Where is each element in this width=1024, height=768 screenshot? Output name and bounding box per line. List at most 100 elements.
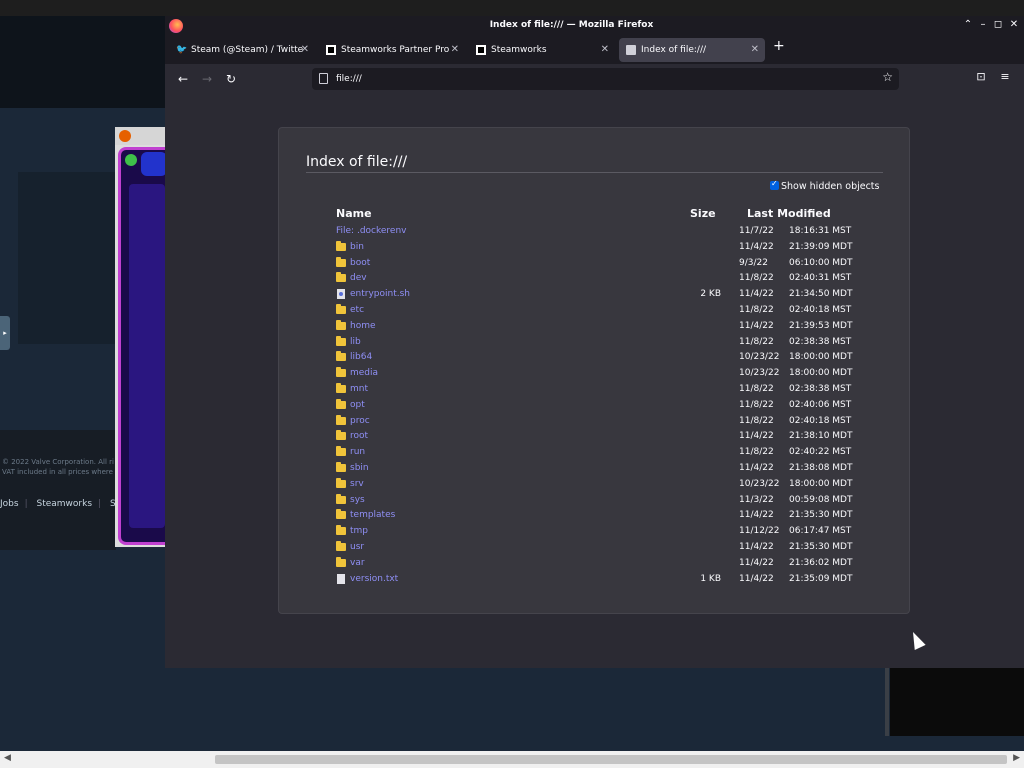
table-row[interactable]: templates 11/4/22 21:35:30 MDT	[279, 508, 911, 524]
game-window-titlebar[interactable]	[115, 127, 167, 145]
tab-close-icon[interactable]: ✕	[751, 38, 759, 62]
folder-link[interactable]: home	[350, 321, 376, 331]
page-content: Index of file:/// Show hidden objects Na…	[165, 94, 1024, 668]
modified-date: 11/4/22	[739, 463, 774, 473]
menu-icon[interactable]: ≡	[997, 70, 1013, 83]
table-row[interactable]: bin 11/4/22 21:39:09 MDT	[279, 240, 911, 256]
folder-link[interactable]: media	[350, 368, 378, 378]
tab-index-of-file[interactable]: Index of file:/// ✕	[619, 38, 765, 62]
tab-close-icon[interactable]: ✕	[451, 38, 459, 62]
footer-link-jobs[interactable]: Jobs	[0, 499, 19, 509]
folder-link[interactable]: tmp	[350, 526, 368, 536]
checkbox-checked-icon[interactable]	[770, 179, 779, 190]
page-title: Index of file:///	[306, 154, 408, 170]
window-minimize-button[interactable]: –	[977, 19, 989, 30]
background-steam-inner-panel	[18, 172, 118, 344]
table-row[interactable]: usr 11/4/22 21:35:30 MDT	[279, 540, 911, 556]
table-row[interactable]: home 11/4/22 21:39:53 MDT	[279, 319, 911, 335]
url-bar[interactable]: ☆	[312, 68, 899, 90]
folder-link[interactable]: lib64	[350, 352, 372, 362]
title-divider	[306, 172, 883, 173]
horizontal-scrollbar[interactable]: ◀ ▶	[0, 751, 1024, 768]
back-button[interactable]: ←	[174, 70, 192, 88]
modified-time: 02:40:22 MST	[789, 447, 852, 458]
tab-close-icon[interactable]: ✕	[301, 38, 309, 62]
directory-listing: Index of file:/// Show hidden objects Na…	[278, 127, 910, 614]
file-link[interactable]: entrypoint.sh	[350, 289, 410, 299]
window-maximize-button[interactable]: ◻	[992, 19, 1004, 30]
window-up-button[interactable]: ⌃	[962, 19, 974, 30]
tab-steamworks-partner[interactable]: Steamworks Partner Pro ✕	[319, 38, 465, 62]
forward-button[interactable]: →	[198, 70, 216, 88]
folder-link[interactable]: run	[350, 447, 365, 457]
column-header-name[interactable]: Name	[336, 207, 372, 220]
table-row[interactable]: etc 11/8/22 02:40:18 MST	[279, 303, 911, 319]
bookmark-star-icon[interactable]: ☆	[882, 70, 893, 84]
folder-link[interactable]: templates	[350, 510, 395, 520]
folder-link[interactable]: opt	[350, 400, 365, 410]
table-row[interactable]: File: .dockerenv 11/7/22 18:16:31 MST	[279, 224, 911, 240]
window-close-button[interactable]: ✕	[1008, 19, 1020, 30]
folder-link[interactable]: dev	[350, 273, 367, 283]
column-header-modified[interactable]: Last Modified	[747, 207, 831, 220]
tab-steam-twitter[interactable]: 🐦 Steam (@Steam) / Twitte ✕	[169, 38, 315, 62]
table-row[interactable]: media 10/23/22 18:00:00 MDT	[279, 366, 911, 382]
folder-link[interactable]: var	[350, 558, 365, 568]
folder-link[interactable]: mnt	[350, 384, 368, 394]
modified-time: 02:40:18 MST	[789, 305, 852, 315]
table-row[interactable]: dev 11/8/22 02:40:31 MST	[279, 271, 911, 287]
table-row[interactable]: sys 11/3/22 00:59:08 MDT	[279, 493, 911, 509]
pocket-icon[interactable]: ⊡	[973, 70, 989, 83]
steam-icon	[326, 45, 336, 55]
table-row[interactable]: version.txt 1 KB 11/4/22 21:35:09 MDT	[279, 572, 911, 588]
table-row[interactable]: opt 11/8/22 02:40:06 MST	[279, 398, 911, 414]
footer-link-steamworks[interactable]: Steamworks	[36, 499, 92, 509]
folder-link[interactable]: boot	[350, 258, 370, 268]
tab-steamworks[interactable]: Steamworks ✕	[469, 38, 615, 62]
table-row[interactable]: proc 11/8/22 02:40:18 MST	[279, 414, 911, 430]
folder-link[interactable]: srv	[350, 479, 364, 489]
folder-icon	[336, 319, 346, 330]
table-row[interactable]: entrypoint.sh 2 KB 11/4/22 21:34:50 MDT	[279, 287, 911, 303]
table-row[interactable]: boot 9/3/22 06:10:00 MDT	[279, 256, 911, 272]
table-row[interactable]: lib 11/8/22 02:38:38 MST	[279, 335, 911, 351]
scroll-right-arrow[interactable]: ▶	[1013, 753, 1020, 763]
side-expand-handle[interactable]: ▸	[0, 316, 10, 350]
show-hidden-checkbox[interactable]: Show hidden objects	[770, 179, 879, 192]
folder-icon	[336, 304, 346, 314]
folder-icon	[336, 430, 346, 441]
tab-close-icon[interactable]: ✕	[601, 38, 609, 62]
folder-link[interactable]: sys	[350, 495, 365, 505]
window-titlebar[interactable]: Index of file:/// — Mozilla Firefox ⌃ – …	[165, 16, 1024, 36]
column-header-size[interactable]: Size	[690, 207, 716, 220]
table-row[interactable]: run 11/8/22 02:40:22 MST	[279, 445, 911, 461]
file-icon	[626, 45, 636, 55]
modified-date: 11/4/22	[739, 557, 774, 568]
table-row[interactable]: mnt 11/8/22 02:38:38 MST	[279, 382, 911, 398]
table-row[interactable]: root 11/4/22 21:38:10 MDT	[279, 429, 911, 445]
table-row[interactable]: sbin 11/4/22 21:38:08 MDT	[279, 461, 911, 477]
modified-date: 11/8/22	[739, 384, 774, 394]
scroll-left-arrow[interactable]: ◀	[4, 753, 11, 763]
folder-link[interactable]: root	[350, 431, 368, 441]
folder-link[interactable]: sbin	[350, 463, 369, 473]
background-game-window[interactable]	[115, 127, 167, 547]
new-tab-button[interactable]: +	[773, 38, 785, 54]
folder-link[interactable]: proc	[350, 416, 370, 426]
file-link[interactable]: version.txt	[350, 574, 398, 584]
table-row[interactable]: var 11/4/22 21:36:02 MDT	[279, 556, 911, 572]
table-row[interactable]: lib64 10/23/22 18:00:00 MDT	[279, 350, 911, 366]
game-canvas[interactable]	[118, 147, 167, 545]
modified-date: 11/7/22	[739, 226, 774, 236]
folder-link[interactable]: bin	[350, 242, 364, 252]
folder-link[interactable]: lib	[350, 337, 361, 347]
table-row[interactable]: srv 10/23/22 18:00:00 MDT	[279, 477, 911, 493]
folder-icon	[336, 414, 346, 425]
folder-link[interactable]: etc	[350, 305, 364, 315]
folder-link[interactable]: usr	[350, 542, 364, 552]
scrollbar-thumb[interactable]	[215, 755, 1007, 764]
file-link[interactable]: File: .dockerenv	[336, 226, 406, 236]
table-row[interactable]: tmp 11/12/22 06:17:47 MST	[279, 524, 911, 540]
url-input[interactable]	[336, 71, 856, 87]
reload-button[interactable]: ↻	[222, 70, 240, 88]
